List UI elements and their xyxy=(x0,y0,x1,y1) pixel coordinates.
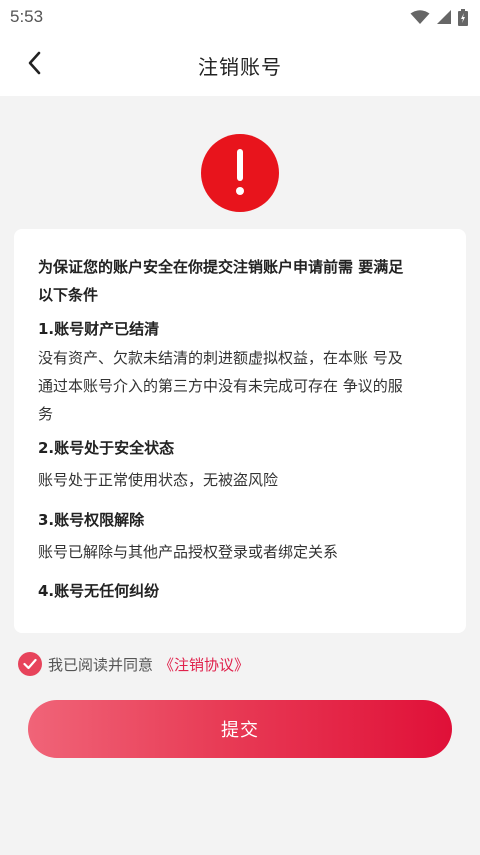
page-title: 注销账号 xyxy=(198,54,282,79)
back-button[interactable] xyxy=(18,48,52,82)
condition-title: 1.账号财产已结清 xyxy=(38,320,160,338)
status-time: 5:53 xyxy=(10,7,44,26)
battery-icon xyxy=(458,8,468,26)
header: 注销账号 xyxy=(0,34,480,96)
condition-body: 没有资产、欠款未结清的刺进额虚拟权益，在本账 号及 通过本账号介入的第三方中没有… xyxy=(38,344,450,428)
status-bar: 5:53 xyxy=(0,0,480,34)
intro-line: 为保证您的账户安全在你提交注销账户申请前需 要满足 xyxy=(38,258,404,276)
condition-title: 4.账号无任何纠纷 xyxy=(38,582,160,600)
agreement-checkbox[interactable] xyxy=(18,652,42,676)
condition-title: 3.账号权限解除 xyxy=(38,511,145,529)
intro-line: 以下条件 xyxy=(38,286,99,304)
condition-line: 务 xyxy=(38,405,54,423)
conditions-intro: 为保证您的账户安全在你提交注销账户申请前需 要满足 以下条件 xyxy=(38,253,442,309)
agreement-text: 我已阅读并同意 xyxy=(48,655,154,674)
conditions-card: 为保证您的账户安全在你提交注销账户申请前需 要满足 以下条件 1.账号财产已结清… xyxy=(14,229,466,633)
agreement-row[interactable]: 我已阅读并同意 《注销协议》 xyxy=(18,650,249,678)
condition-body: 账号已解除与其他产品授权登录或者绑定关系 xyxy=(38,538,338,566)
condition-line: 账号处于正常使用状态，无被盗风险 xyxy=(38,471,279,489)
agreement-link[interactable]: 《注销协议》 xyxy=(159,654,249,675)
condition-line: 账号已解除与其他产品授权登录或者绑定关系 xyxy=(38,543,339,561)
condition-line: 通过本账号介入的第三方中没有未完成可存在 争议的服 xyxy=(38,377,403,395)
checkmark-icon xyxy=(23,655,37,674)
exclamation-icon xyxy=(201,134,279,212)
cell-signal-icon xyxy=(436,9,452,25)
submit-button[interactable]: 提交 xyxy=(28,700,452,758)
condition-line: 没有资产、欠款未结清的刺进额虚拟权益，在本账 号及 xyxy=(38,349,403,367)
condition-title: 2.账号处于安全状态 xyxy=(38,439,175,457)
status-icons xyxy=(410,8,468,26)
back-arrow-icon xyxy=(27,51,43,79)
condition-body: 账号处于正常使用状态，无被盗风险 xyxy=(38,466,278,494)
wifi-icon xyxy=(410,9,430,25)
